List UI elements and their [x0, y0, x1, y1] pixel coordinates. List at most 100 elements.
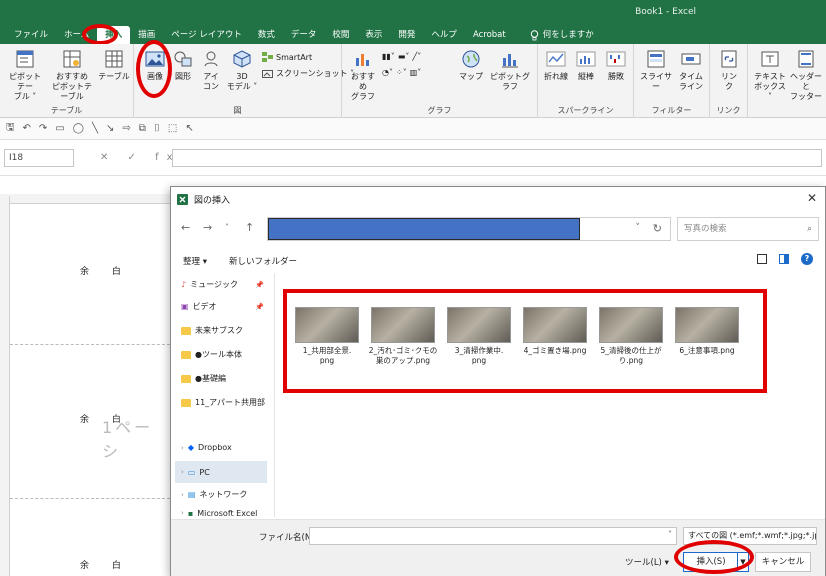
group-icon[interactable]: ⧉ — [139, 123, 146, 134]
tools-button[interactable]: ツール(L) ▾ — [625, 556, 669, 568]
recommended-charts-button[interactable]: おすすめ グラフ — [348, 48, 378, 102]
organize-button[interactable]: 整理 ▾ — [183, 255, 207, 267]
pivot-table-button[interactable]: ピボットテー ブル ˅ — [6, 48, 44, 102]
file-item[interactable]: 2_汚れ･ゴミ･クモの 巣のアップ.png — [369, 307, 437, 366]
camera-icon[interactable]: ⌷ — [154, 123, 160, 134]
scatter-chart-icon[interactable]: ⁘˅ — [396, 68, 407, 77]
save-icon[interactable]: 🖫 — [6, 120, 15, 137]
tell-me-label: 何をしますか — [542, 30, 594, 40]
recommended-pivot-label: おすすめ ピボットテーブル — [52, 72, 92, 101]
tell-me-search[interactable]: 何をしますか — [522, 26, 602, 44]
excel-window: Book1 - Excel ファイル ホーム 挿入 描画 ページ レイアウト 数… — [0, 0, 826, 576]
file-item[interactable]: 5_清掃後の仕上が り.png — [599, 307, 663, 366]
icons-button[interactable]: アイ コン — [198, 48, 224, 92]
worksheet[interactable]: 余 白 余 白 余 白 1ペーシ — [0, 176, 170, 576]
nav-item-folder[interactable]: 11_アパート共用部 — [181, 397, 271, 408]
close-icon[interactable]: ✕ — [807, 191, 817, 205]
right-arrow-icon[interactable]: ⇨ — [122, 123, 130, 134]
file-name: 6_注意事項.png — [679, 346, 735, 355]
tab-formulas[interactable]: 数式 — [250, 26, 283, 44]
formula-bar: I18 ✕ ✓ fx — [0, 140, 826, 176]
rectangle-shape-icon[interactable]: ▭ — [55, 123, 64, 134]
tab-data[interactable]: データ — [283, 26, 325, 44]
help-icon[interactable]: ? — [801, 253, 813, 265]
sparkline-column-button[interactable]: 縦棒 — [572, 48, 600, 82]
line-chart-icon[interactable]: ╱˅ — [412, 52, 421, 61]
combo-chart-icon[interactable]: ▥˅ — [410, 68, 422, 77]
smartart-icon — [262, 52, 273, 62]
lightbulb-icon — [530, 29, 538, 40]
nav-item-dropbox[interactable]: › ◆ Dropbox — [181, 443, 271, 452]
bar-chart-icon[interactable]: ▬˅ — [398, 52, 410, 61]
address-dropdown-icon[interactable]: ˅ — [636, 223, 641, 233]
tab-file[interactable]: ファイル — [6, 26, 56, 44]
nav-item-excel[interactable]: › ▪ Microsoft Excel — [181, 509, 271, 517]
pivot-chart-button[interactable]: ピボットグラフ — [488, 48, 532, 92]
tab-help[interactable]: ヘルプ — [423, 26, 465, 44]
filename-dropdown-icon[interactable]: ˅ — [668, 530, 672, 539]
tab-developer[interactable]: 開発 — [390, 26, 423, 44]
file-item[interactable]: 1_共用部全景. png — [295, 307, 359, 366]
file-item[interactable]: 6_注意事項.png — [675, 307, 739, 356]
sparkline-line-button[interactable]: 折れ線 — [542, 48, 570, 82]
timeline-button[interactable]: タイム ライン — [676, 48, 706, 92]
search-input[interactable]: 写真の検索 ⌕ — [677, 217, 819, 241]
oval-shape-icon[interactable]: ◯ — [73, 123, 84, 134]
file-name: 4_ゴミ置き場.png — [523, 346, 587, 355]
nav-item-folder[interactable]: 未来サブスク — [181, 325, 271, 336]
refresh-icon[interactable]: ↻ — [653, 222, 662, 235]
view-options-icon[interactable] — [757, 254, 767, 264]
arrow-shape-icon[interactable]: ↘ — [106, 123, 114, 134]
pie-chart-icon[interactable]: ◔˅ — [382, 68, 393, 77]
recent-locations-icon[interactable]: ˅ — [225, 223, 229, 232]
chevron-right-icon: › — [181, 468, 184, 476]
cancel-button[interactable]: キャンセル — [755, 552, 811, 572]
nav-item-folder[interactable]: ●基礎編 — [181, 373, 271, 384]
back-arrow-icon[interactable]: ← — [181, 221, 190, 234]
table-button[interactable]: テーブル — [98, 48, 130, 82]
textbox-button[interactable]: テキスト ボックス ˅ — [752, 48, 788, 102]
tab-review[interactable]: 校閲 — [324, 26, 357, 44]
tab-acrobat[interactable]: Acrobat — [465, 26, 514, 44]
up-arrow-icon[interactable]: ↑ — [245, 221, 254, 234]
address-bar[interactable]: ˅ ↻ — [267, 217, 671, 241]
maps-button[interactable]: マップ — [458, 48, 484, 82]
file-item[interactable]: 3_清掃作業中. png — [447, 307, 511, 366]
formula-input[interactable] — [172, 149, 822, 167]
sparkline-winloss-button[interactable]: 勝敗 — [602, 48, 630, 82]
preview-pane-icon[interactable] — [779, 254, 789, 264]
slicer-button[interactable]: スライサー — [638, 48, 674, 92]
filename-input[interactable]: ˅ — [309, 527, 677, 545]
shapes-button[interactable]: 図形 — [172, 48, 194, 82]
nav-item-network[interactable]: › ▤ ネットワーク — [181, 489, 271, 500]
column-chart-icon[interactable]: ▮▮˅ — [382, 52, 395, 61]
header-footer-button[interactable]: ヘッダーと フッター — [788, 48, 824, 102]
name-box[interactable]: I18 — [4, 149, 74, 167]
tab-page-layout[interactable]: ページ レイアウト — [163, 26, 250, 44]
group-label-sparklines: スパークライン — [557, 106, 614, 115]
file-item[interactable]: 4_ゴミ置き場.png — [523, 307, 587, 356]
tab-view[interactable]: 表示 — [357, 26, 390, 44]
line-shape-icon[interactable]: ╲ — [92, 123, 98, 134]
recommended-pivot-button[interactable]: おすすめ ピボットテーブル — [50, 48, 94, 102]
link-button[interactable]: リン ク — [716, 48, 742, 92]
group-charts: おすすめ グラフ ▮▮˅ ▬˅ ╱˅ ◔˅ ⁘˅ ▥˅ マップ ピボットグラフ … — [342, 44, 538, 118]
link-icon — [721, 50, 737, 68]
nav-item-folder[interactable]: ●ツール本体 — [181, 349, 271, 360]
screenshot-button[interactable]: スクリーンショット ˅ — [262, 68, 354, 79]
navigation-pane: ♪ ミュージック 📌 ▣ ビデオ 📌 未来サブスク ●ツール本体 ●基礎編 11… — [171, 273, 275, 517]
undo-icon[interactable]: ↶ — [23, 123, 31, 134]
insert-picture-dialog: 図の挿入 ✕ ← → ˅ ↑ ˅ ↻ 写真の検索 ⌕ 整理 ▾ 新しいフォルダー… — [170, 186, 826, 576]
3d-models-button[interactable]: 3D モデル ˅ — [226, 48, 258, 92]
file-list: 1_共用部全景. png 2_汚れ･ゴミ･クモの 巣のアップ.png 3_清掃作… — [279, 273, 825, 517]
recommended-charts-label: おすすめ グラフ — [351, 72, 375, 101]
cursor-icon[interactable]: ↖ — [185, 123, 193, 134]
new-folder-button[interactable]: 新しいフォルダー — [229, 255, 297, 267]
select-objects-icon[interactable]: ⬚ — [168, 123, 177, 134]
nav-item-pc[interactable]: › ▭ PC — [175, 461, 267, 483]
forward-arrow-icon[interactable]: → — [203, 221, 212, 234]
timeline-label: タイム ライン — [679, 72, 703, 91]
redo-icon[interactable]: ↷ — [39, 123, 47, 134]
smartart-button[interactable]: SmartArt — [262, 52, 312, 62]
nav-item-label: 11_アパート共用部 — [195, 398, 266, 407]
